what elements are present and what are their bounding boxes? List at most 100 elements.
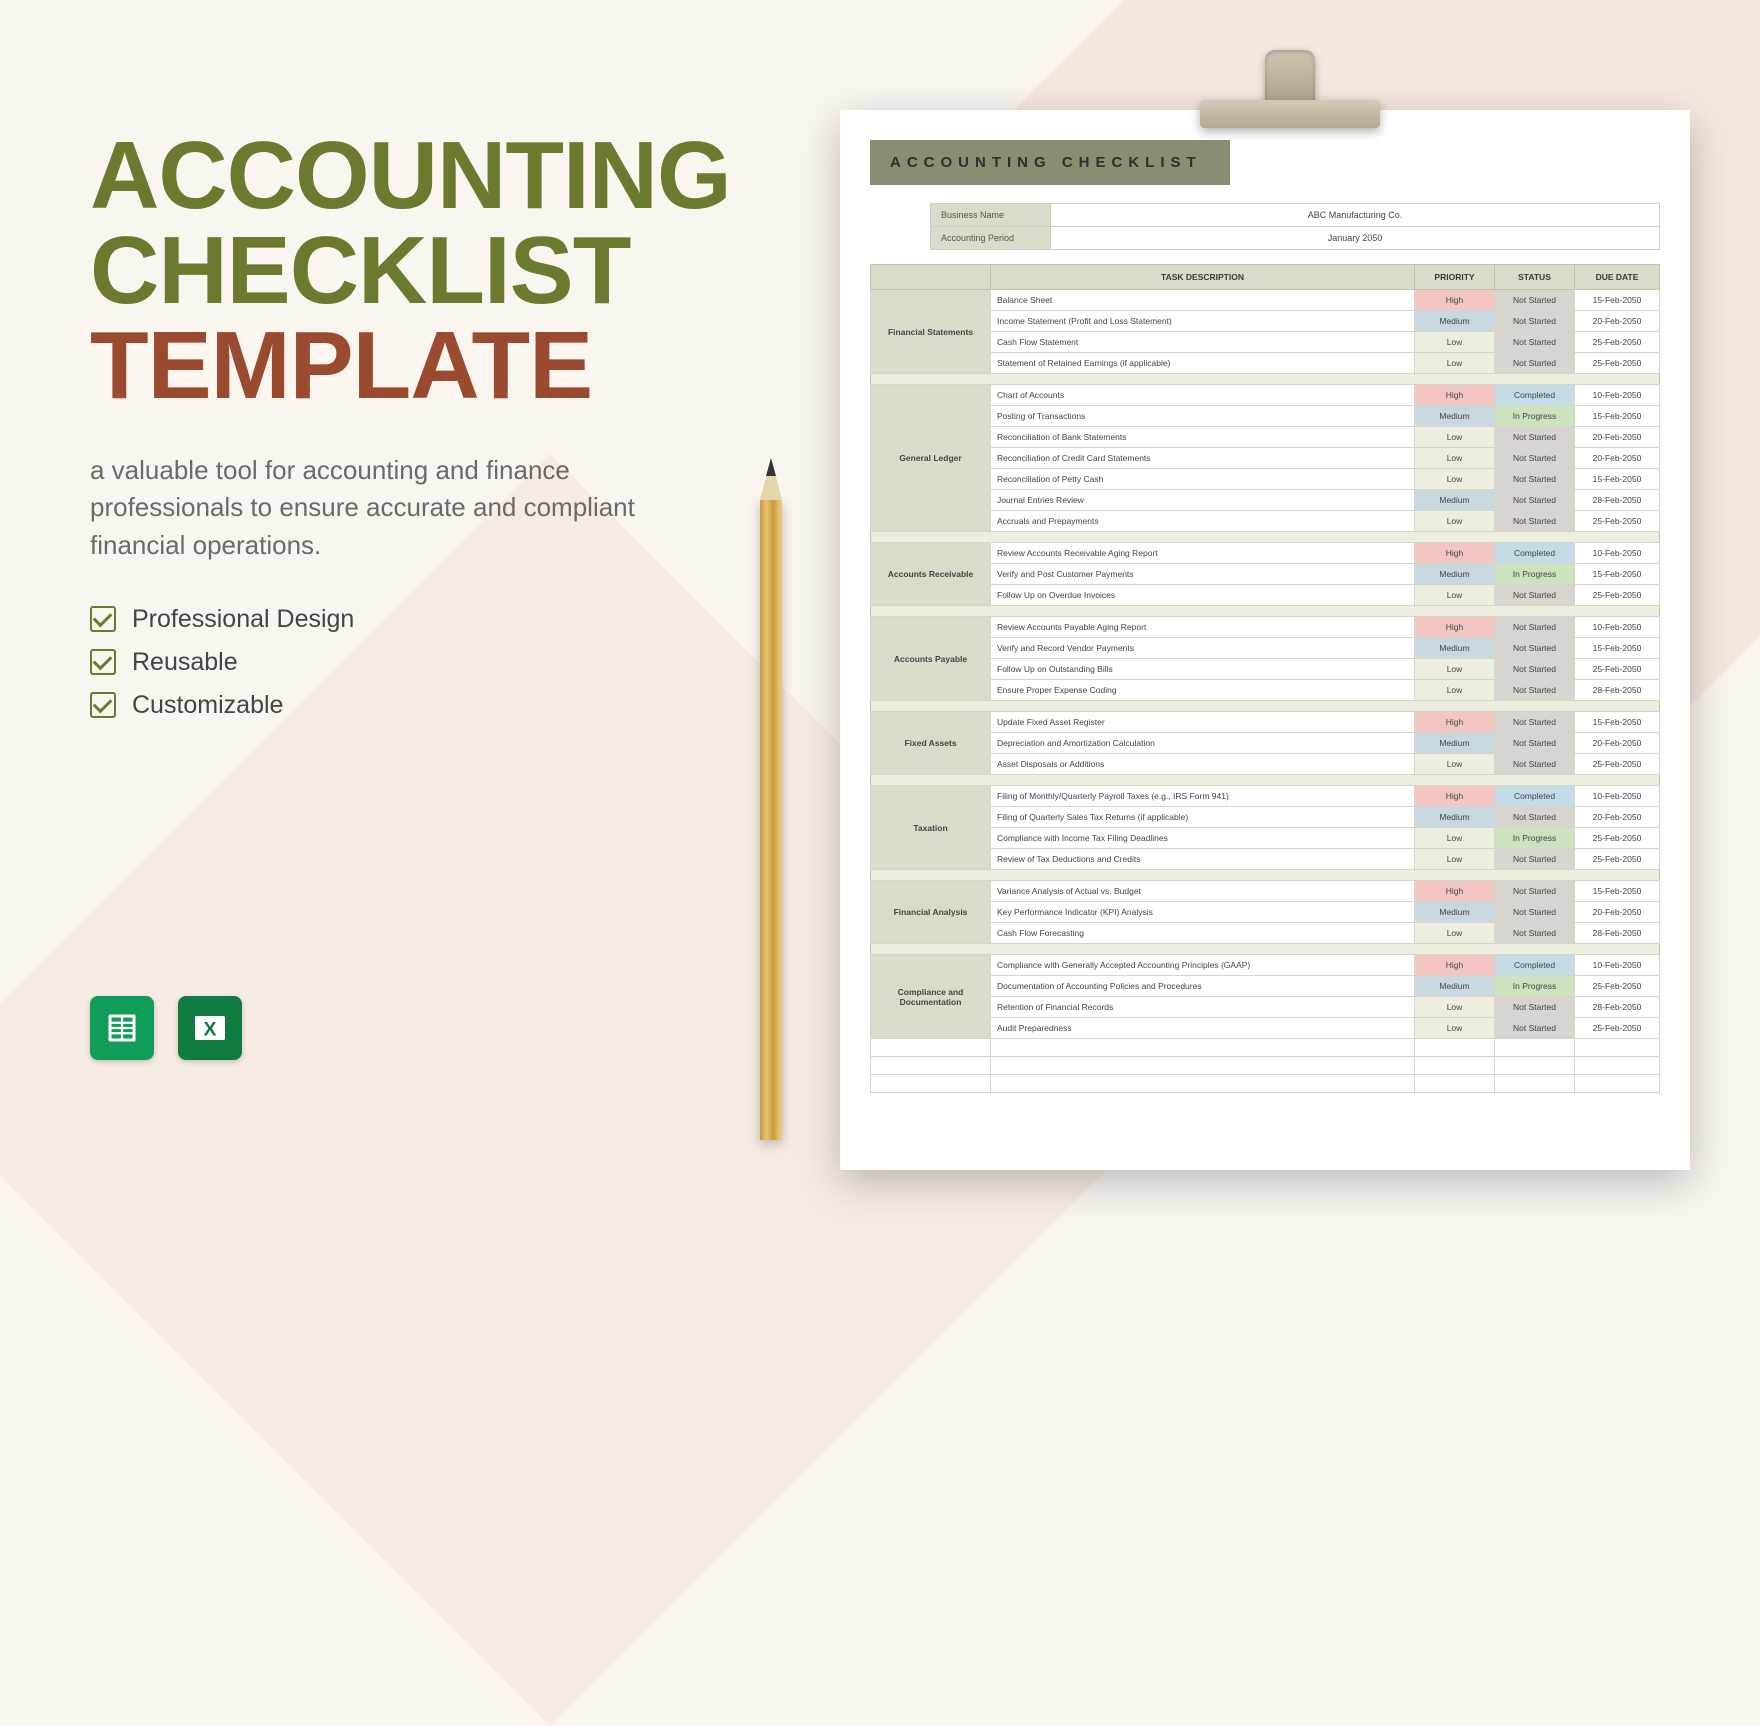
pencil-decor [760, 500, 782, 1140]
priority-cell: Low [1415, 754, 1495, 775]
title-line-2: CHECKLIST [90, 225, 730, 316]
due-cell: 25-Feb-2050 [1575, 1018, 1660, 1039]
priority-cell: High [1415, 385, 1495, 406]
task-cell: Verify and Post Customer Payments [991, 564, 1415, 585]
status-cell: Not Started [1495, 311, 1575, 332]
status-cell: Not Started [1495, 353, 1575, 374]
due-cell: 25-Feb-2050 [1575, 332, 1660, 353]
status-cell: Not Started [1495, 427, 1575, 448]
check-icon [90, 606, 116, 632]
task-cell: Filing of Quarterly Sales Tax Returns (i… [991, 807, 1415, 828]
status-cell: Not Started [1495, 290, 1575, 311]
due-cell: 25-Feb-2050 [1575, 754, 1660, 775]
table-row: Accounts ReceivableReview Accounts Recei… [871, 543, 1660, 564]
task-cell: Reconciliation of Petty Cash [991, 469, 1415, 490]
status-cell: Not Started [1495, 511, 1575, 532]
priority-cell: Low [1415, 511, 1495, 532]
priority-cell: Medium [1415, 807, 1495, 828]
due-cell: 25-Feb-2050 [1575, 828, 1660, 849]
check-icon [90, 692, 116, 718]
priority-cell: High [1415, 712, 1495, 733]
status-cell: In Progress [1495, 564, 1575, 585]
task-cell: Review Accounts Receivable Aging Report [991, 543, 1415, 564]
col-due: DUE DATE [1575, 265, 1660, 290]
priority-cell: High [1415, 617, 1495, 638]
spacer-row [871, 374, 1660, 385]
task-cell: Audit Preparedness [991, 1018, 1415, 1039]
due-cell: 20-Feb-2050 [1575, 807, 1660, 828]
clip-bar [1200, 100, 1380, 128]
meta-label: Business Name [931, 204, 1051, 227]
status-cell: In Progress [1495, 976, 1575, 997]
marketing-panel: ACCOUNTING CHECKLIST TEMPLATE a valuable… [90, 130, 730, 734]
task-cell: Chart of Accounts [991, 385, 1415, 406]
feature-label: Customizable [132, 691, 283, 720]
status-cell: Not Started [1495, 332, 1575, 353]
priority-cell: Low [1415, 585, 1495, 606]
status-cell: In Progress [1495, 406, 1575, 427]
priority-cell: Low [1415, 332, 1495, 353]
priority-cell: High [1415, 290, 1495, 311]
table-row: Compliance and DocumentationCompliance w… [871, 955, 1660, 976]
google-sheets-icon [90, 996, 154, 1060]
priority-cell: Medium [1415, 490, 1495, 511]
category-cell: Financial Statements [871, 290, 991, 374]
spacer-row [871, 701, 1660, 712]
spreadsheet-icon [104, 1010, 140, 1046]
due-cell: 15-Feb-2050 [1575, 406, 1660, 427]
category-cell: Financial Analysis [871, 881, 991, 944]
due-cell: 25-Feb-2050 [1575, 585, 1660, 606]
title-line-3: TEMPLATE [90, 320, 730, 411]
status-cell: Not Started [1495, 733, 1575, 754]
task-cell: Posting of Transactions [991, 406, 1415, 427]
due-cell: 10-Feb-2050 [1575, 786, 1660, 807]
task-cell: Ensure Proper Expense Coding [991, 680, 1415, 701]
due-cell: 28-Feb-2050 [1575, 997, 1660, 1018]
category-cell: Accounts Receivable [871, 543, 991, 606]
task-cell: Cash Flow Forecasting [991, 923, 1415, 944]
task-cell: Balance Sheet [991, 290, 1415, 311]
priority-cell: Low [1415, 469, 1495, 490]
due-cell: 10-Feb-2050 [1575, 543, 1660, 564]
category-cell: Compliance and Documentation [871, 955, 991, 1039]
priority-cell: Medium [1415, 406, 1495, 427]
blank-row [871, 1039, 1660, 1057]
spreadsheet-icon: X [192, 1010, 228, 1046]
priority-cell: Low [1415, 448, 1495, 469]
spacer-row [871, 944, 1660, 955]
due-cell: 25-Feb-2050 [1575, 849, 1660, 870]
task-cell: Compliance with Generally Accepted Accou… [991, 955, 1415, 976]
due-cell: 15-Feb-2050 [1575, 564, 1660, 585]
blank-row [871, 1075, 1660, 1093]
header-row: TASK DESCRIPTION PRIORITY STATUS DUE DAT… [871, 265, 1660, 290]
priority-cell: Low [1415, 659, 1495, 680]
due-cell: 15-Feb-2050 [1575, 638, 1660, 659]
priority-cell: Low [1415, 680, 1495, 701]
task-cell: Follow Up on Overdue Invoices [991, 585, 1415, 606]
meta-row: Business NameABC Manufacturing Co. [931, 204, 1660, 227]
blank-row [871, 1057, 1660, 1075]
col-priority: PRIORITY [1415, 265, 1495, 290]
category-cell: Fixed Assets [871, 712, 991, 775]
task-cell: Asset Disposals or Additions [991, 754, 1415, 775]
status-cell: Not Started [1495, 881, 1575, 902]
feature-item: Reusable [90, 648, 730, 677]
status-cell: Completed [1495, 543, 1575, 564]
feature-list: Professional Design Reusable Customizabl… [90, 605, 730, 720]
svg-text:X: X [203, 1019, 216, 1041]
due-cell: 15-Feb-2050 [1575, 469, 1660, 490]
task-cell: Review Accounts Payable Aging Report [991, 617, 1415, 638]
task-cell: Key Performance Indicator (KPI) Analysis [991, 902, 1415, 923]
status-cell: Not Started [1495, 469, 1575, 490]
priority-cell: Low [1415, 849, 1495, 870]
task-cell: Follow Up on Outstanding Bills [991, 659, 1415, 680]
status-cell: Not Started [1495, 923, 1575, 944]
meta-label: Accounting Period [931, 227, 1051, 250]
due-cell: 10-Feb-2050 [1575, 955, 1660, 976]
status-cell: Not Started [1495, 807, 1575, 828]
feature-label: Reusable [132, 648, 238, 677]
status-cell: Not Started [1495, 712, 1575, 733]
due-cell: 15-Feb-2050 [1575, 290, 1660, 311]
priority-cell: Low [1415, 923, 1495, 944]
status-cell: Not Started [1495, 585, 1575, 606]
